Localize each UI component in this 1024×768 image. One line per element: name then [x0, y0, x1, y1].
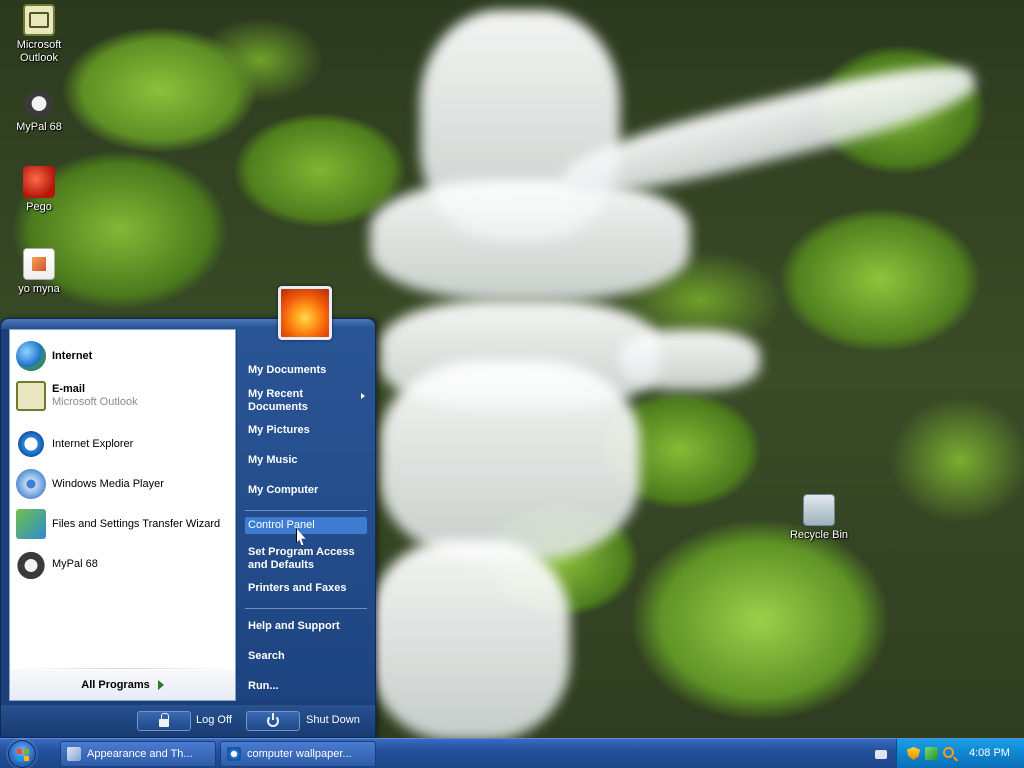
desktop-icon-yo-myna[interactable]: yo myna	[0, 248, 78, 296]
start-menu-places: My Documents My Recent Documents My Pict…	[237, 329, 375, 701]
taskbar-button-label: Appearance and Th...	[87, 748, 193, 760]
start-menu-pinned-programs: Internet E-mail Microsoft Outlook Intern…	[9, 329, 236, 701]
start-item-email[interactable]: E-mail Microsoft Outlook	[16, 378, 232, 414]
control-panel-icon	[67, 747, 81, 761]
start-place-control-panel[interactable]: Control Panel	[245, 517, 367, 534]
start-button[interactable]	[8, 740, 36, 768]
desktop-icon-label: Pego	[26, 201, 52, 213]
all-programs-button[interactable]: All Programs	[10, 670, 235, 700]
divider	[10, 668, 235, 669]
taskbar: Appearance and Th... computer wallpaper.…	[0, 738, 1024, 768]
start-place-my-music[interactable]: My Music	[245, 452, 367, 469]
lock-icon	[159, 713, 169, 727]
desktop-icon-label: Recycle Bin	[789, 529, 849, 541]
start-item-label: Files and Settings Transfer Wizard	[52, 517, 221, 530]
chevron-right-icon	[361, 393, 365, 399]
all-programs-label: All Programs	[81, 679, 150, 691]
mail-icon	[16, 381, 46, 411]
document-icon	[23, 248, 55, 280]
start-place-set-program-access[interactable]: Set Program Access and Defaults	[245, 544, 367, 574]
user-picture[interactable]	[278, 286, 332, 340]
start-item-internet-explorer[interactable]: Internet Explorer	[16, 426, 232, 462]
log-off-button[interactable]	[137, 711, 191, 731]
security-shield-icon[interactable]	[907, 747, 920, 760]
divider	[245, 608, 367, 609]
internet-explorer-icon	[227, 747, 241, 761]
desktop-icon-label: MyPal 68	[16, 121, 62, 133]
power-icon	[267, 713, 279, 727]
start-place-search[interactable]: Search	[245, 648, 367, 665]
log-off-label[interactable]: Log Off	[196, 714, 232, 726]
raccoon-icon	[23, 86, 55, 118]
taskbar-button-wallpaper[interactable]: computer wallpaper...	[220, 741, 376, 767]
start-item-label: Internet	[52, 349, 93, 362]
outlook-icon	[23, 4, 55, 36]
start-item-windows-media-player[interactable]: Windows Media Player	[16, 466, 232, 502]
start-place-run[interactable]: Run...	[245, 678, 367, 695]
start-item-label: Internet Explorer	[52, 437, 134, 450]
start-item-transfer-wizard[interactable]: Files and Settings Transfer Wizard	[16, 506, 232, 542]
taskbar-button-label: computer wallpaper...	[247, 748, 352, 760]
desktop-icon-pego[interactable]: Pego	[0, 166, 78, 214]
network-icon[interactable]	[925, 747, 938, 760]
keyboard-icon[interactable]	[875, 750, 887, 759]
raccoon-icon	[16, 549, 46, 579]
media-player-icon	[16, 469, 46, 499]
transfer-wizard-icon	[16, 509, 46, 539]
desktop-icon-microsoft-outlook[interactable]: Microsoft Outlook	[0, 4, 78, 65]
start-item-mypal[interactable]: MyPal 68	[16, 546, 232, 582]
start-menu-footer: Log Off Shut Down	[1, 705, 375, 737]
start-item-label: Windows Media Player	[52, 477, 164, 490]
start-place-printers-and-faxes[interactable]: Printers and Faxes	[245, 580, 367, 597]
start-menu: Internet E-mail Microsoft Outlook Intern…	[0, 318, 376, 738]
desktop-icon-label: yo myna	[18, 283, 60, 295]
desktop-icon-recycle-bin[interactable]: Recycle Bin	[780, 494, 858, 542]
search-icon[interactable]	[943, 747, 954, 758]
divider	[245, 510, 367, 511]
system-tray: 4:08 PM	[875, 739, 1024, 768]
clock[interactable]: 4:08 PM	[969, 747, 1010, 759]
arrow-right-icon	[157, 680, 164, 690]
start-item-internet[interactable]: Internet	[16, 338, 232, 374]
start-place-my-pictures[interactable]: My Pictures	[245, 422, 367, 439]
start-item-label: E-mail	[52, 383, 86, 395]
desktop-icon-label: Microsoft Outlook	[16, 39, 62, 64]
start-place-help-and-support[interactable]: Help and Support	[245, 618, 367, 635]
start-place-my-documents[interactable]: My Documents	[245, 362, 367, 379]
globe-icon	[16, 341, 46, 371]
start-item-sublabel: Microsoft Outlook	[52, 396, 138, 408]
internet-explorer-icon	[16, 429, 46, 459]
shut-down-button[interactable]	[246, 711, 300, 731]
desktop-icon-mypal[interactable]: MyPal 68	[0, 86, 78, 134]
start-place-my-computer[interactable]: My Computer	[245, 482, 367, 499]
shut-down-label[interactable]: Shut Down	[306, 714, 360, 726]
start-place-my-recent-documents[interactable]: My Recent Documents	[245, 386, 367, 416]
taskbar-button-appearance[interactable]: Appearance and Th...	[60, 741, 216, 767]
start-item-label: MyPal 68	[52, 557, 98, 570]
pego-icon	[23, 166, 55, 198]
recycle-bin-icon	[803, 494, 835, 526]
